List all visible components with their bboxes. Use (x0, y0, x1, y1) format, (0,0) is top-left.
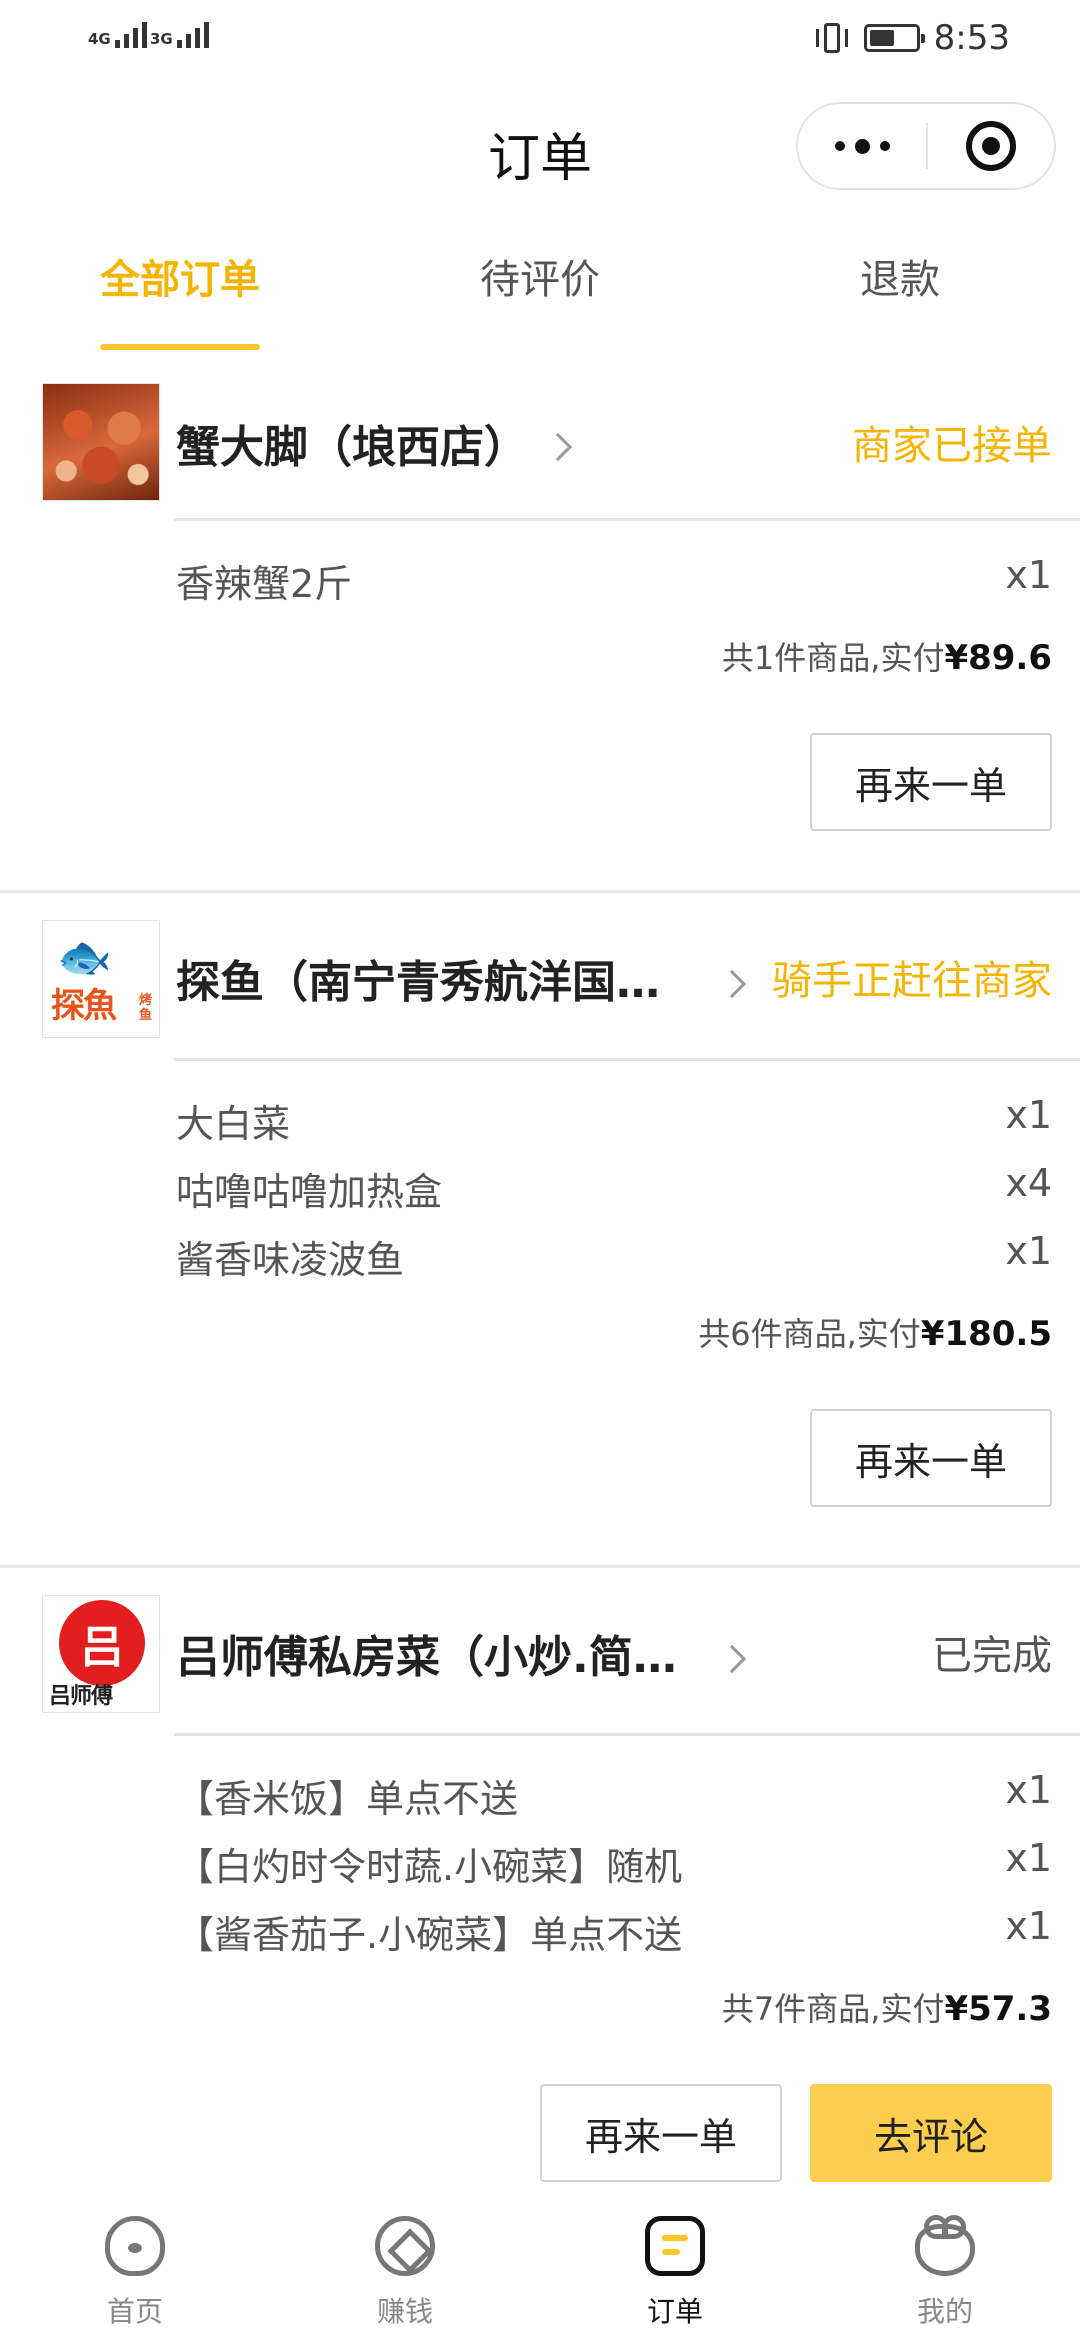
vibrate-icon (814, 20, 850, 56)
order-status: 已完成 (932, 1633, 1052, 1679)
reorder-button[interactable]: 再来一单 (810, 733, 1052, 831)
clock: 8:53 (933, 18, 1010, 58)
nav-label: 首页 (106, 2295, 163, 2328)
nav-label: 我的 (916, 2295, 973, 2328)
shop-name[interactable]: 吕师傅私房菜（小炒.简… (176, 1621, 677, 1685)
item-name: 酱香味凌波鱼 (176, 1238, 405, 1282)
tab-label: 待评价 (480, 257, 600, 303)
item-qty: x1 (1005, 553, 1052, 597)
nav-mine[interactable]: 我的 (810, 2202, 1080, 2340)
item-name: 【香米饭】单点不送 (176, 1777, 519, 1821)
order-status: 骑手正赶往商家 (772, 958, 1052, 1004)
order-icon (645, 2216, 705, 2276)
logo-small-text: 烤鱼 (139, 993, 153, 1023)
bottom-nav: 首页 赚钱 订单 我的 (0, 2202, 1080, 2340)
item-name: 【酱香茄子.小碗菜】单点不送 (176, 1913, 683, 1957)
shop-logo (42, 383, 160, 501)
nav-label: 订单 (646, 2295, 703, 2328)
shop-name[interactable]: 蟹大脚（埌西店） (176, 411, 528, 475)
tab-refund[interactable]: 退款 (820, 240, 980, 352)
order-price: ¥57.3 (944, 1989, 1052, 2029)
order-price: ¥180.5 (920, 1314, 1052, 1354)
more-dots-icon[interactable] (798, 104, 926, 188)
item-qty: x1 (1005, 1904, 1052, 1948)
signal-3g-icon: 3G (150, 22, 209, 48)
home-icon (105, 2216, 165, 2276)
reorder-button[interactable]: 再来一单 (540, 2084, 782, 2182)
card-divider (174, 518, 1080, 521)
nav-home[interactable]: 首页 (0, 2202, 270, 2340)
order-tabs: 全部订单 待评价 退款 (0, 240, 1080, 352)
tab-all-orders[interactable]: 全部订单 (100, 240, 260, 352)
logo-text: 探魚 (51, 986, 117, 1026)
item-name: 【白灼时令时蔬.小碗菜】随机 (176, 1845, 683, 1889)
shop-logo: 吕 吕师傅 (42, 1595, 160, 1713)
order-summary: 共7件商品,实付¥57.3 (722, 1984, 1052, 2030)
card-divider (174, 1733, 1080, 1736)
target-close-icon[interactable] (928, 104, 1054, 188)
order-card[interactable]: 🐟 探魚 烤鱼 探鱼（南宁青秀航洋国… 骑手正赶往商家 大白菜 x1 咕噜咕噜加… (0, 890, 1080, 1565)
fish-icon: 🐟 (57, 932, 112, 983)
shop-name[interactable]: 探鱼（南宁青秀航洋国… (176, 946, 660, 1010)
order-status: 商家已接单 (852, 423, 1052, 469)
item-qty: x1 (1005, 1229, 1052, 1273)
tab-label: 全部订单 (100, 257, 260, 303)
order-card[interactable]: 蟹大脚（埌西店） 商家已接单 香辣蟹2斤 x1 共1件商品,实付¥89.6 再来… (0, 375, 1080, 890)
shop-logo: 🐟 探魚 烤鱼 (42, 920, 160, 1038)
mini-program-capsule (796, 102, 1056, 190)
summary-text: 共1件商品,实付 (721, 639, 945, 677)
item-qty: x4 (1005, 1161, 1052, 1205)
tab-pending-review[interactable]: 待评价 (460, 240, 620, 352)
lvshifu-logo: 吕 吕师傅 (43, 1596, 159, 1712)
logo-symbol: 吕 (80, 1622, 124, 1673)
order-summary: 共6件商品,实付¥180.5 (698, 1309, 1052, 1355)
earn-icon (375, 2216, 435, 2276)
order-summary: 共1件商品,实付¥89.6 (722, 633, 1052, 679)
signal-4g-icon: 4G (88, 22, 147, 48)
order-price: ¥89.6 (944, 638, 1052, 678)
item-name: 大白菜 (176, 1102, 291, 1146)
nav-label: 赚钱 (376, 2295, 433, 2328)
chevron-right-icon[interactable] (717, 1644, 747, 1674)
item-qty: x1 (1005, 1768, 1052, 1812)
summary-text: 共6件商品,实付 (698, 1315, 921, 1353)
signal-3g-label: 3G (150, 30, 173, 48)
review-button[interactable]: 去评论 (810, 2084, 1052, 2182)
reorder-button[interactable]: 再来一单 (810, 1409, 1052, 1507)
item-name: 咕噜咕噜加热盒 (176, 1170, 443, 1214)
card-divider (174, 1058, 1080, 1061)
tab-label: 退款 (860, 257, 940, 303)
nav-orders[interactable]: 订单 (540, 2202, 810, 2340)
logo-circle: 吕 (59, 1600, 145, 1686)
header: 订单 (0, 80, 1080, 210)
chevron-right-icon[interactable] (543, 432, 573, 462)
nav-earn[interactable]: 赚钱 (270, 2202, 540, 2340)
order-separator (0, 890, 1080, 893)
summary-text: 共7件商品,实付 (721, 1990, 945, 2028)
item-name: 香辣蟹2斤 (176, 562, 353, 606)
chevron-right-icon[interactable] (717, 969, 747, 999)
tanyu-logo: 🐟 探魚 烤鱼 (43, 921, 159, 1037)
battery-icon (863, 24, 925, 52)
status-right: 8:53 (814, 18, 1010, 58)
signal-4g-label: 4G (88, 30, 111, 48)
order-card[interactable]: 吕 吕师傅 吕师傅私房菜（小炒.简… 已完成 【香米饭】单点不送 x1 【白灼时… (0, 1565, 1080, 2205)
logo-text: 吕师傅 (49, 1684, 113, 1709)
active-tab-underline (100, 344, 260, 350)
crab-photo (43, 384, 159, 500)
mine-icon (915, 2215, 975, 2276)
item-qty: x1 (1005, 1836, 1052, 1880)
order-separator (0, 1565, 1080, 1568)
item-qty: x1 (1005, 1093, 1052, 1137)
status-bar: 4G 3G 8:53 (0, 0, 1080, 80)
